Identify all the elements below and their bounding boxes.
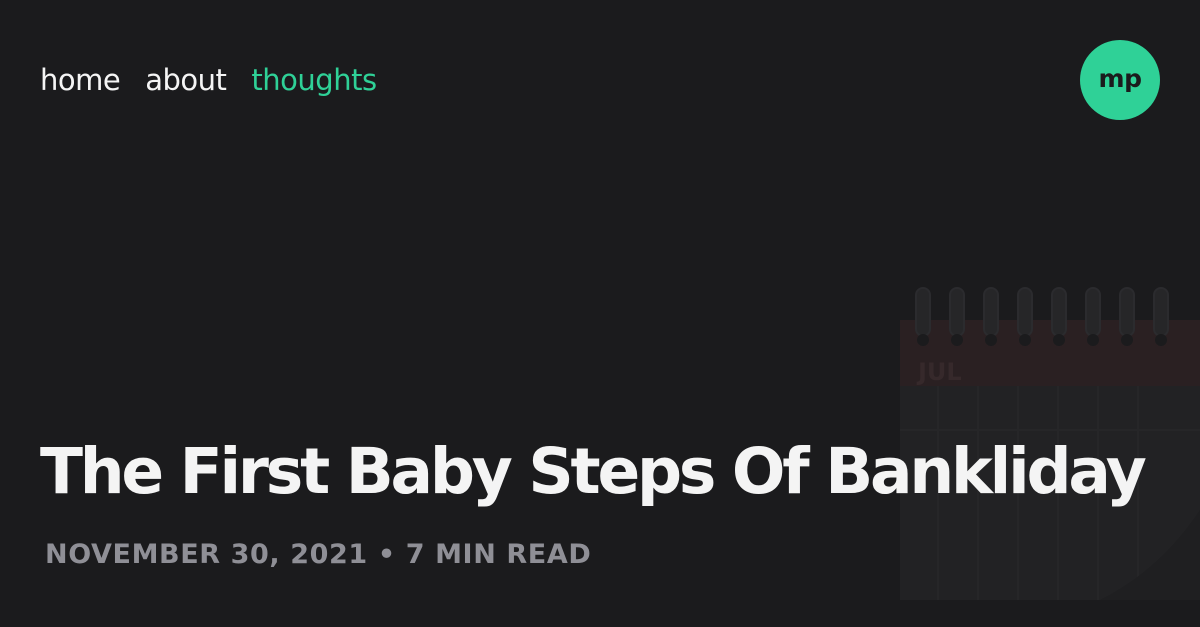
site-logo[interactable]: mp (1080, 40, 1160, 120)
nav-link-about[interactable]: about (145, 58, 227, 102)
nav-link-home[interactable]: home (40, 58, 121, 102)
main-nav: home about thoughts (40, 58, 377, 102)
meta-separator: • (377, 539, 396, 570)
nav-link-thoughts[interactable]: thoughts (251, 58, 377, 102)
read-time: 7 MIN READ (405, 539, 592, 570)
post-date: NOVEMBER 30, 2021 (45, 539, 368, 570)
calendar-month-label: JUL (916, 358, 962, 386)
post-title: The First Baby Steps Of Bankliday (40, 435, 1147, 508)
post-meta: NOVEMBER 30, 2021 • 7 MIN READ (45, 535, 591, 575)
